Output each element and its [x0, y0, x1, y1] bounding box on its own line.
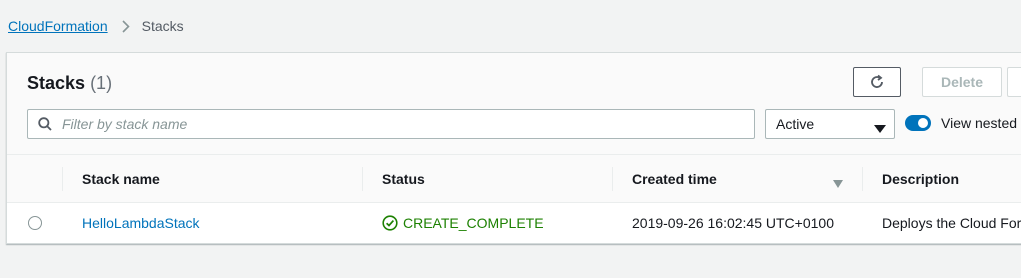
breadcrumb-current: Stacks	[141, 18, 184, 34]
caret-down-icon	[874, 120, 886, 136]
row-select-cell	[28, 203, 42, 243]
delete-button[interactable]: Delete	[922, 67, 1002, 97]
column-divider	[62, 167, 63, 191]
status-cell: CREATE_COMPLETE	[382, 203, 544, 243]
search-icon	[38, 117, 52, 131]
search-field[interactable]	[27, 109, 755, 139]
refresh-icon	[871, 74, 883, 88]
column-divider	[362, 167, 363, 191]
status-text: CREATE_COMPLETE	[403, 215, 544, 231]
column-header-created-time[interactable]: Created time	[632, 155, 717, 203]
refresh-button[interactable]	[853, 67, 901, 97]
stack-description: Deploys the Cloud For	[882, 215, 1021, 231]
search-input[interactable]	[62, 116, 722, 132]
page-title: Stacks (1)	[27, 73, 112, 94]
column-header-description[interactable]: Description	[882, 155, 959, 203]
toggle-knob	[918, 118, 928, 128]
stacks-panel: Stacks (1) Delete Active View nested	[6, 52, 1021, 244]
stack-name-link[interactable]: HelloLambdaStack	[82, 215, 200, 231]
column-divider	[612, 167, 613, 191]
column-header-status[interactable]: Status	[382, 155, 425, 203]
stack-count: (1)	[90, 73, 113, 93]
table-row[interactable]: HelloLambdaStack CREATE_COMPLETE 2019-09…	[7, 203, 1021, 243]
view-nested-control: View nested	[905, 115, 1017, 131]
chevron-right-icon	[122, 19, 130, 33]
table-header: Stack name Status Created time Descripti…	[7, 155, 1021, 203]
status-filter-value: Active	[776, 116, 815, 132]
row-select-radio[interactable]	[28, 216, 42, 230]
breadcrumb: CloudFormation Stacks	[8, 18, 184, 34]
breadcrumb-cloudformation-link[interactable]: CloudFormation	[8, 18, 108, 34]
check-circle-icon	[382, 215, 398, 231]
stacks-panel-header: Stacks (1) Delete Active View nested	[7, 53, 1021, 155]
view-nested-toggle[interactable]	[905, 115, 931, 131]
status-filter-select[interactable]: Active	[765, 109, 895, 139]
more-actions-button[interactable]	[1007, 67, 1021, 97]
view-nested-label: View nested	[941, 115, 1018, 131]
created-time: 2019-09-26 16:02:45 UTC+0100	[632, 215, 834, 231]
column-divider	[862, 167, 863, 191]
title-text: Stacks	[27, 73, 86, 93]
status-badge: CREATE_COMPLETE	[382, 215, 544, 231]
column-header-stack-name[interactable]: Stack name	[82, 155, 160, 203]
sort-desc-icon[interactable]	[833, 175, 843, 193]
